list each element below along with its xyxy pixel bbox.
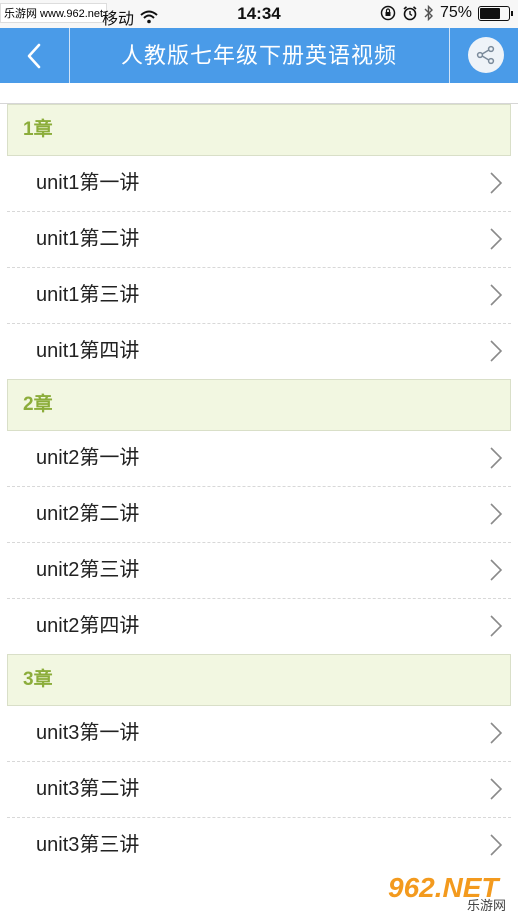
lesson-item[interactable]: unit2第一讲 [7,431,511,487]
nav-bar: 人教版七年级下册英语视频 [0,28,518,83]
share-button[interactable] [468,37,504,73]
chapter-list: 1章 unit1第一讲 unit1第二讲 unit1第三讲 unit1第四讲 2… [0,83,518,920]
chevron-right-icon [490,503,503,525]
chevron-right-icon [490,559,503,581]
nav-divider-right [449,28,450,83]
chevron-right-icon [490,284,503,306]
status-bar: 乐游网 www.962.net 移动 14:34 75% [0,0,518,28]
share-icon [476,45,495,65]
lesson-item[interactable]: unit3第一讲 [7,706,511,762]
lesson-label: unit2第四讲 [36,615,140,637]
lesson-item[interactable]: unit3第三讲 [7,818,511,873]
lesson-label: unit2第三讲 [36,559,140,581]
lesson-label: unit1第四讲 [36,340,140,362]
chevron-left-icon [27,43,41,68]
chevron-right-icon [490,722,503,744]
lesson-label: unit3第三讲 [36,834,140,856]
lesson-item[interactable]: unit1第二讲 [7,212,511,268]
lesson-item[interactable]: unit3第二讲 [7,762,511,818]
rotation-lock-icon [380,5,396,21]
alarm-icon [403,6,417,21]
lesson-item[interactable]: unit2第三讲 [7,543,511,599]
lesson-item[interactable]: unit1第四讲 [7,324,511,379]
chevron-right-icon [490,778,503,800]
chevron-right-icon [490,340,503,362]
lesson-label: unit1第二讲 [36,228,140,250]
chapter-2-items: unit2第一讲 unit2第二讲 unit2第三讲 unit2第四讲 [0,431,518,654]
lesson-label: unit2第二讲 [36,503,140,525]
battery-percent: 75% [439,4,472,21]
list-top-spacer [0,83,518,104]
chapter-3-items: unit3第一讲 unit3第二讲 unit3第三讲 [0,706,518,873]
lesson-item[interactable]: unit1第一讲 [7,156,511,212]
chevron-right-icon [490,172,503,194]
site-watermark: 962.NET 乐游网 [382,872,512,916]
chapter-1-items: unit1第一讲 unit1第二讲 unit1第三讲 unit1第四讲 [0,156,518,379]
page-title: 人教版七年级下册英语视频 [120,43,397,68]
lesson-item[interactable]: unit2第二讲 [7,487,511,543]
chevron-right-icon [490,447,503,469]
bluetooth-icon [424,5,433,21]
watermark-text: 乐游网 [466,898,506,913]
lesson-label: unit1第一讲 [36,172,140,194]
lesson-label: unit3第二讲 [36,778,140,800]
lesson-label: unit3第一讲 [36,722,140,744]
back-button[interactable] [0,28,68,83]
chapter-header-1: 1章 [7,104,511,156]
chevron-right-icon [490,228,503,250]
chevron-right-icon [490,834,503,856]
status-right: 75% [380,4,513,22]
battery-fill [480,7,500,19]
lesson-label: unit2第一讲 [36,447,140,469]
lesson-item[interactable]: unit2第四讲 [7,599,511,654]
chapter-header-2: 2章 [7,379,511,431]
lesson-item[interactable]: unit1第三讲 [7,268,511,324]
lesson-label: unit1第三讲 [36,284,140,306]
chapter-header-3: 3章 [7,654,511,706]
battery-icon [478,5,513,21]
chevron-right-icon [490,615,503,637]
